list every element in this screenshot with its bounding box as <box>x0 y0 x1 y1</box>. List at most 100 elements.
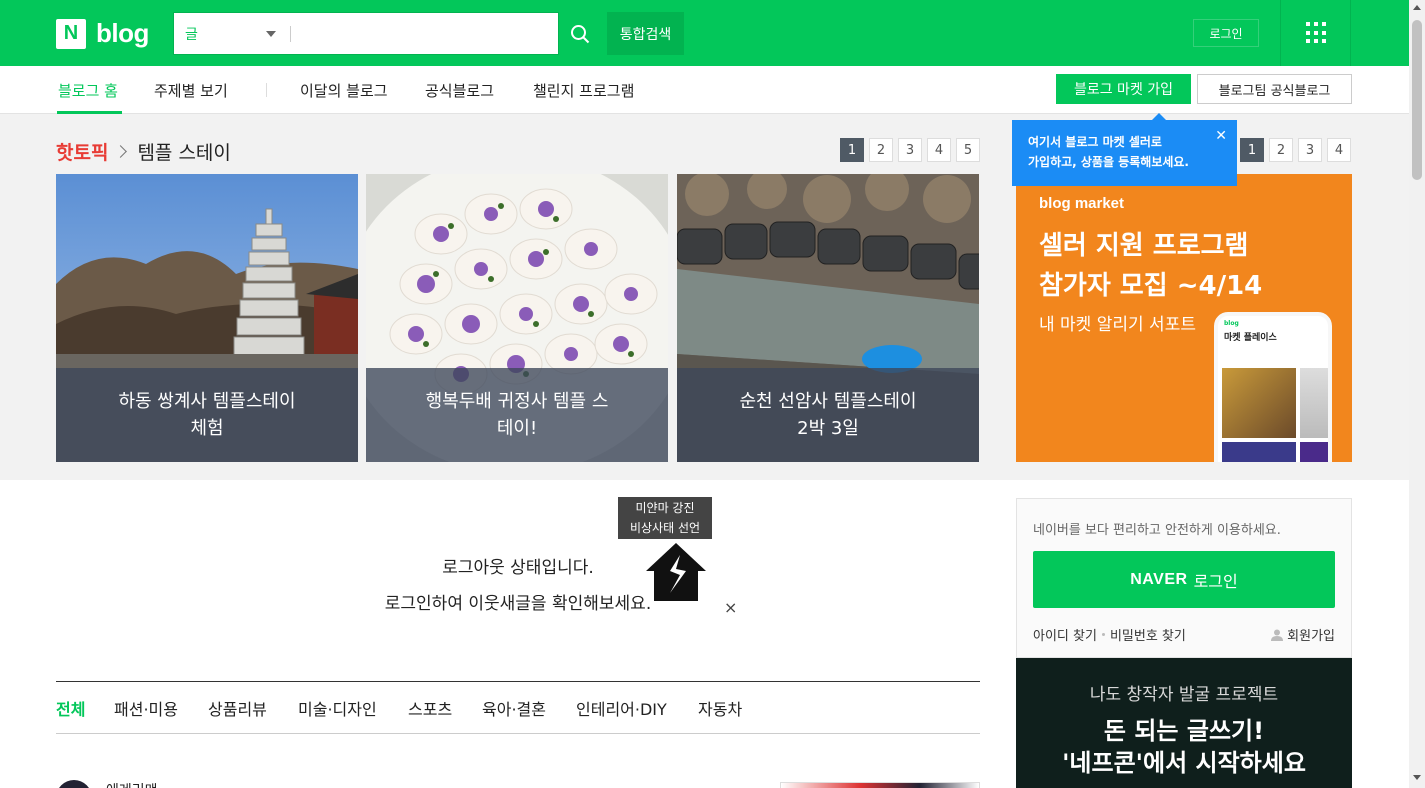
phone-title: 마켓 플레이스 <box>1224 333 1277 343</box>
close-icon[interactable]: ✕ <box>1215 126 1227 146</box>
category-parenting[interactable]: 육아·결혼 <box>482 696 546 720</box>
card-caption: 하동 쌍계사 템플스테이 체험 <box>56 368 358 462</box>
logout-message-line1: 로그아웃 상태입니다. <box>442 558 594 578</box>
category-all[interactable]: 전체 <box>56 696 85 720</box>
search-scope-select[interactable]: 글 <box>174 13 290 54</box>
broken-house-icon <box>646 543 706 601</box>
ad-page-1[interactable]: 1 <box>1240 138 1264 162</box>
tooltip-text-line2: 가입하고, 상품을 등록해보세요. <box>1028 155 1189 169</box>
divider <box>1280 0 1281 66</box>
blog-team-official-button[interactable]: 블로그팀 공식블로그 <box>1197 74 1352 104</box>
emergency-label-line2: 비상사태 선언 <box>629 521 701 535</box>
naver-login-button[interactable]: NAVER 로그인 <box>1033 551 1335 608</box>
main-nav: 블로그 홈 주제별 보기 이달의 블로그 공식블로그 챌린지 프로그램 블로그 … <box>0 66 1409 114</box>
nav-monthly-blog[interactable]: 이달의 블로그 <box>300 80 388 101</box>
category-cars[interactable]: 자동차 <box>698 696 742 720</box>
hot-topic-card[interactable]: 행복두배 귀정사 템플 스 테이! <box>366 174 668 462</box>
page-3[interactable]: 3 <box>898 138 922 162</box>
card-title-line2: 2박 3일 <box>797 418 859 439</box>
signup-link[interactable]: 회원가입 <box>1271 625 1335 644</box>
page-1[interactable]: 1 <box>840 138 864 162</box>
post-thumbnail[interactable] <box>780 782 980 788</box>
emergency-notice[interactable]: 미얀마 강진 비상사태 선언 <box>618 497 712 607</box>
category-art-design[interactable]: 미술·디자인 <box>298 696 377 720</box>
card-title-line1: 하동 쌍계사 템플스테이 <box>118 391 296 412</box>
caret-down-icon <box>266 31 276 37</box>
category-sports[interactable]: 스포츠 <box>408 696 452 720</box>
hot-topic-card[interactable]: 하동 쌍계사 템플스테이 체험 <box>56 174 358 462</box>
category-fashion[interactable]: 패션·미용 <box>114 696 178 720</box>
ad-page-3[interactable]: 3 <box>1298 138 1322 162</box>
logout-message: 로그아웃 상태입니다. 로그인하여 이웃새글을 확인해보세요. <box>56 550 980 622</box>
search-icon <box>571 24 590 43</box>
divider <box>1350 0 1351 66</box>
phone-product-image <box>1222 368 1296 438</box>
promo-headline-line2: '네프콘'에서 시작하세요 <box>1062 749 1306 777</box>
emergency-label-line1: 미얀마 강진 <box>635 501 695 515</box>
card-title-line1: 행복두배 귀정사 템플 스 <box>425 391 609 412</box>
card-title-line1: 순천 선암사 템플스테이 <box>739 391 917 412</box>
page-4[interactable]: 4 <box>927 138 951 162</box>
nav-divider <box>266 83 267 97</box>
vertical-scrollbar[interactable] <box>1409 0 1425 788</box>
market-seller-tooltip: 여기서 블로그 마켓 셀러로 가입하고, 상품을 등록해보세요. ✕ <box>1012 113 1237 186</box>
nav-official-blog[interactable]: 공식블로그 <box>425 80 494 101</box>
blog-market-join-button[interactable]: 블로그 마켓 가입 <box>1056 74 1191 104</box>
blog-market-logo: blog market <box>1039 195 1125 212</box>
unified-search-button[interactable]: 통합검색 <box>607 12 684 55</box>
search-input[interactable] <box>291 13 558 54</box>
scrollbar-thumb[interactable] <box>1412 20 1422 180</box>
blog-wordmark: blog <box>96 18 149 48</box>
find-id-link[interactable]: 아이디 찾기 <box>1033 625 1097 644</box>
scroll-up-arrow-icon[interactable] <box>1413 5 1421 10</box>
ad-pager: 1 2 3 4 <box>1240 138 1351 162</box>
category-product-review[interactable]: 상품리뷰 <box>208 696 267 720</box>
separator-dot <box>1101 633 1105 636</box>
hot-topic-card[interactable]: 순천 선암사 템플스테이 2박 3일 <box>677 174 979 462</box>
category-interior[interactable]: 인테리어·DIY <box>576 696 667 720</box>
phone-header: blog 마켓 플레이스 <box>1218 316 1328 362</box>
find-password-link[interactable]: 비밀번호 찾기 <box>1110 625 1186 644</box>
page-5[interactable]: 5 <box>956 138 980 162</box>
phone-product-image <box>1300 442 1328 462</box>
header-login-button[interactable]: 로그인 <box>1193 19 1259 47</box>
ad-headline: 셀러 지원 프로그램 참가자 모집 ~4/14 <box>1039 226 1262 306</box>
top-header: N blog 글 통합검색 로그인 <box>0 0 1409 66</box>
blog-market-ad-banner[interactable]: blog market 셀러 지원 프로그램 참가자 모집 ~4/14 내 마켓… <box>1016 174 1352 462</box>
promo-headline-line1: 돈 되는 글쓰기! <box>1103 717 1265 745</box>
tooltip-arrow <box>1152 113 1166 120</box>
nepcon-promo-banner[interactable]: 나도 창작자 발굴 프로젝트 돈 되는 글쓰기! '네프콘'에서 시작하세요 <box>1016 658 1352 788</box>
naver-blog-logo[interactable]: N blog <box>56 18 149 49</box>
phone-mockup: blog 마켓 플레이스 <box>1214 312 1332 462</box>
nav-challenge[interactable]: 챌린지 프로그램 <box>533 80 634 101</box>
nav-topics[interactable]: 주제별 보기 <box>154 80 228 101</box>
hot-topic-label: 핫토픽 <box>56 142 109 164</box>
ad-headline-line2: 참가자 모집 ~4/14 <box>1039 271 1263 301</box>
post-author-name[interactable]: 에레리맨 <box>106 780 158 788</box>
ad-page-2[interactable]: 2 <box>1269 138 1293 162</box>
phone-product-image <box>1222 442 1296 462</box>
card-caption: 행복두배 귀정사 템플 스 테이! <box>366 368 668 462</box>
signup-label: 회원가입 <box>1287 629 1335 644</box>
promo-headline: 돈 되는 글쓰기! '네프콘'에서 시작하세요 <box>1016 715 1352 779</box>
hot-topic-title: 핫토픽 템플 스테이 <box>56 138 231 165</box>
avatar[interactable] <box>56 780 92 788</box>
page-2[interactable]: 2 <box>869 138 893 162</box>
naver-n-icon: N <box>56 18 86 49</box>
nav-blog-home[interactable]: 블로그 홈 <box>58 80 118 101</box>
login-panel: 네이버를 보다 편리하고 안전하게 이용하세요. NAVER 로그인 아이디 찾… <box>1016 498 1352 658</box>
search-box: 글 <box>173 12 601 55</box>
search-button[interactable] <box>558 12 601 55</box>
scroll-down-arrow-icon[interactable] <box>1413 775 1421 780</box>
card-title-line2: 체험 <box>190 418 224 439</box>
search-scope-label: 글 <box>185 26 198 43</box>
hot-topic-pager: 1 2 3 4 5 <box>840 138 980 162</box>
close-icon[interactable]: × <box>724 598 737 617</box>
logout-message-line2: 로그인하여 이웃새글을 확인해보세요. <box>384 594 652 614</box>
ad-subtitle: 내 마켓 알리기 서포트 <box>1039 315 1196 335</box>
naver-login-label: 로그인 <box>1193 571 1238 591</box>
ad-page-4[interactable]: 4 <box>1327 138 1351 162</box>
apps-grid-icon[interactable] <box>1306 22 1328 44</box>
hot-topic-name[interactable]: 템플 스테이 <box>137 138 230 165</box>
tooltip-text-line1: 여기서 블로그 마켓 셀러로 <box>1028 135 1162 149</box>
